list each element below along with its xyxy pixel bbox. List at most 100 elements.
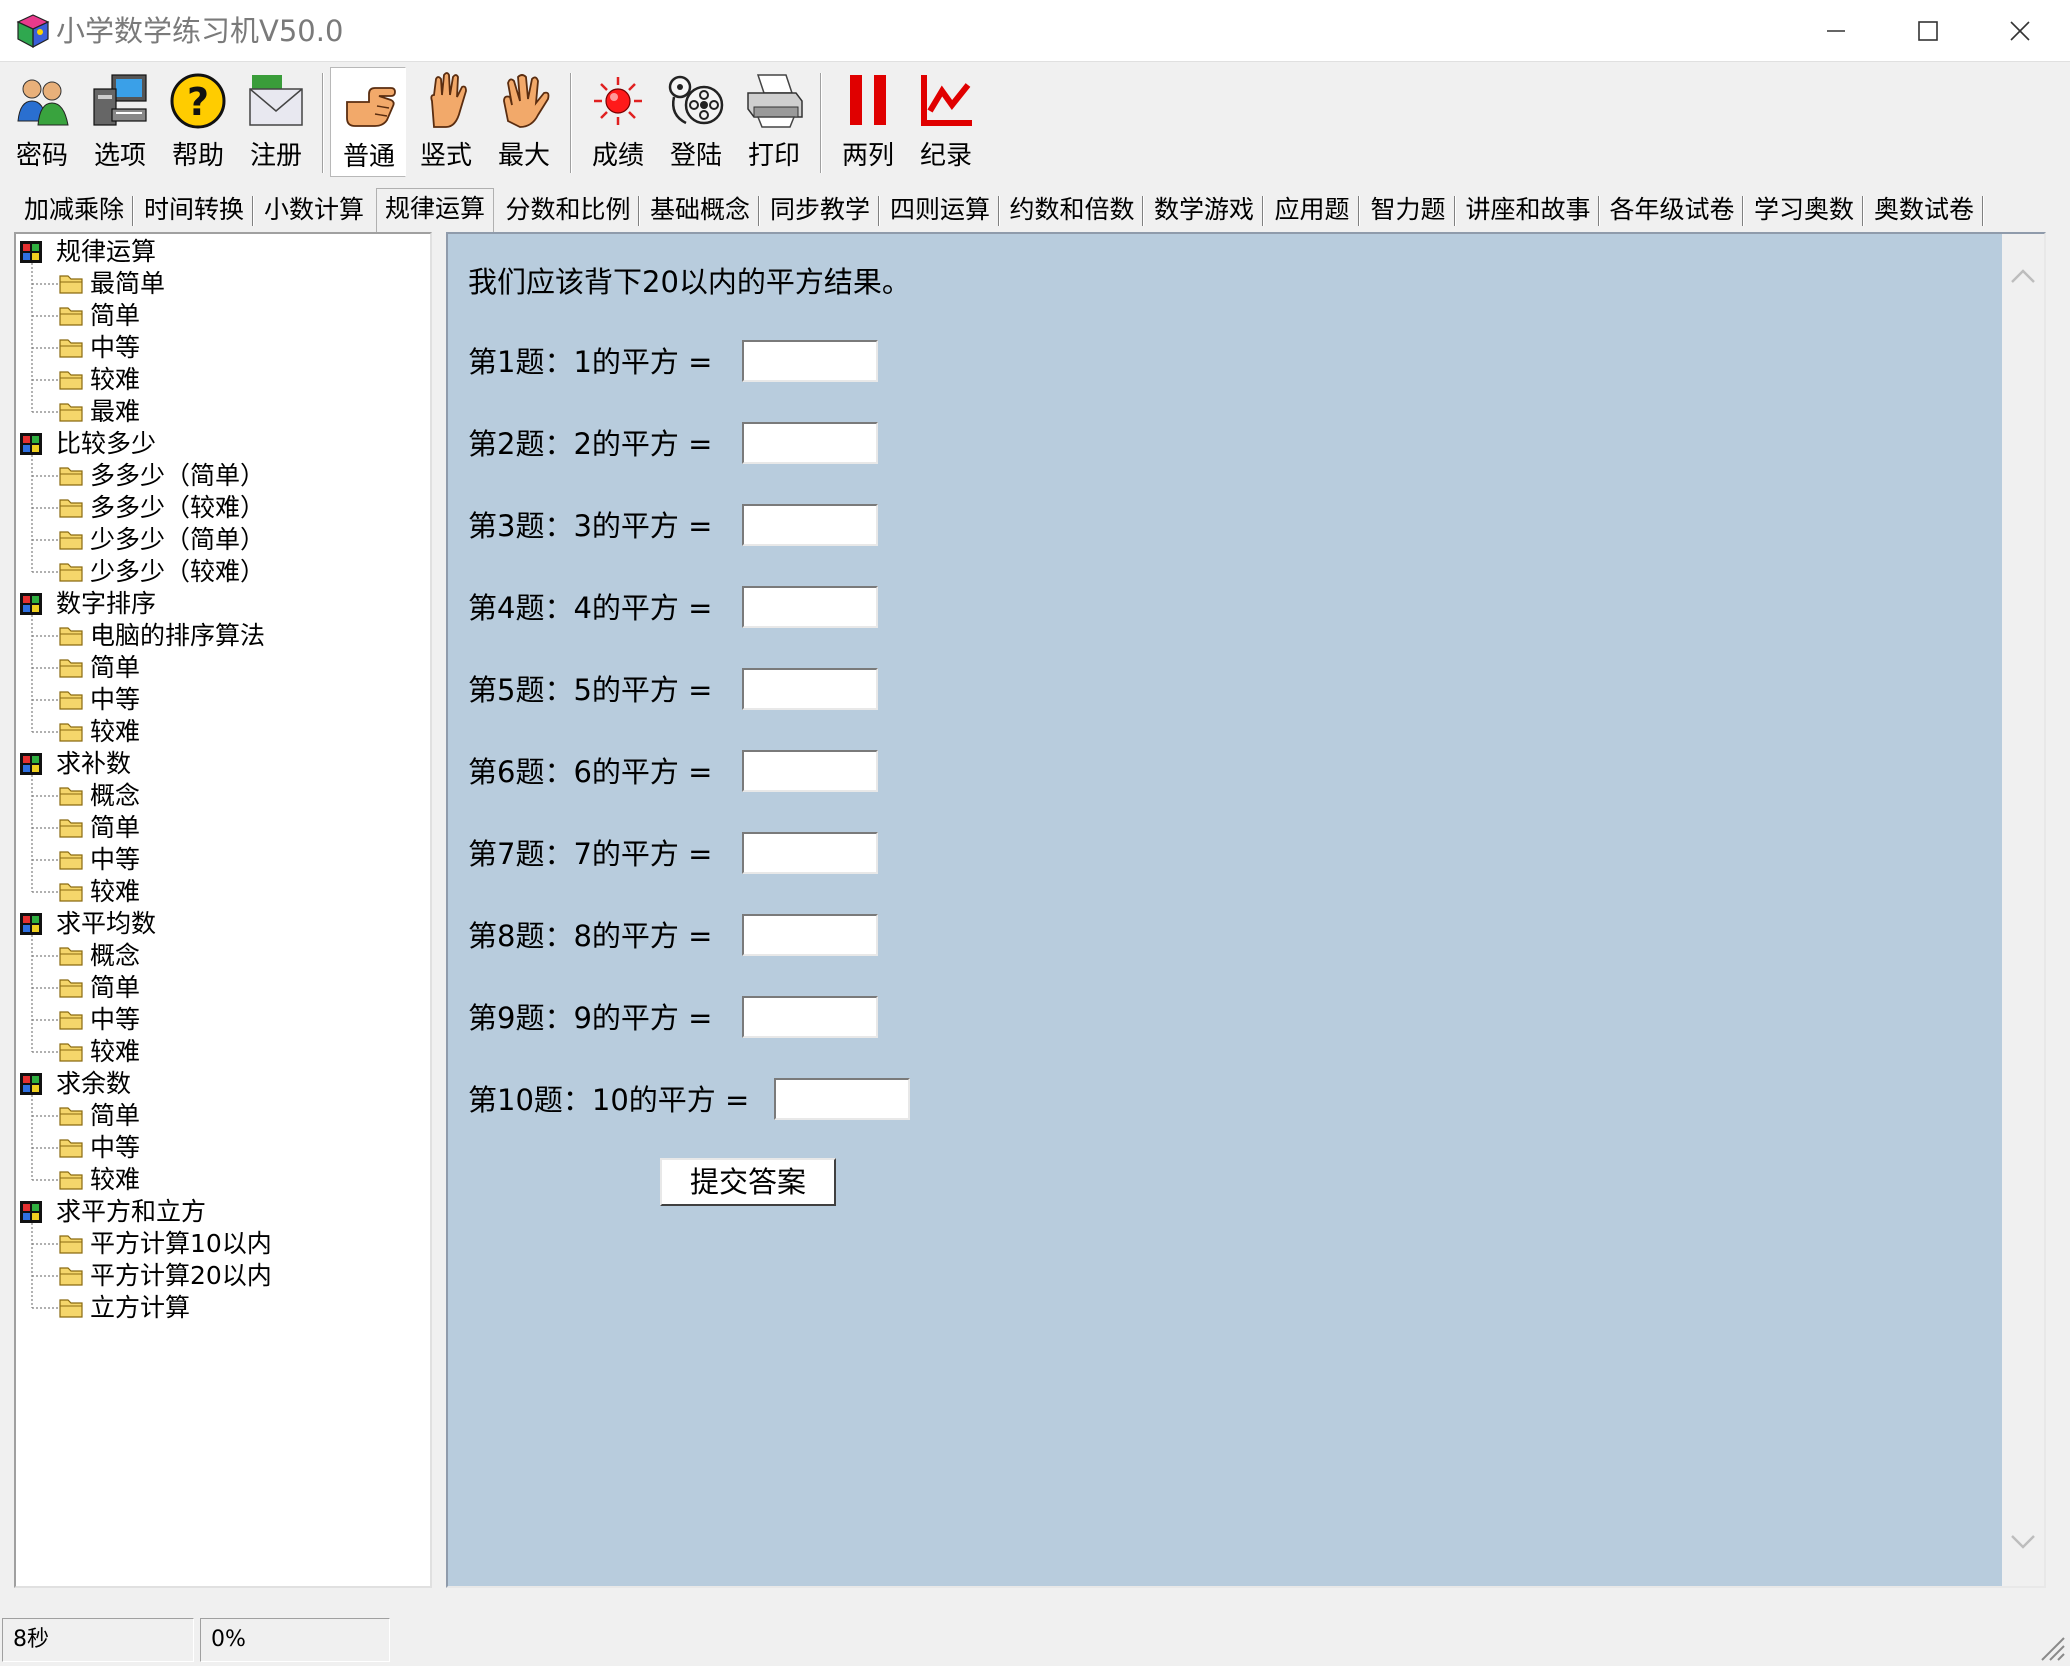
two-columns-button[interactable]: 两列 [830, 67, 906, 177]
tree-item[interactable]: 较难 [90, 1036, 140, 1068]
answer-input[interactable] [742, 340, 878, 382]
help-button[interactable]: ? 帮助 [160, 67, 236, 177]
folder-icon [59, 499, 83, 518]
tree-group-label[interactable]: 求余数 [56, 1068, 131, 1100]
scroll-up-button[interactable] [2002, 254, 2044, 298]
answer-input[interactable] [742, 750, 878, 792]
resize-grip-icon[interactable] [2036, 1632, 2066, 1662]
maximize-button[interactable] [1882, 0, 1974, 62]
answer-input[interactable] [742, 586, 878, 628]
tab-sync-teaching[interactable]: 同步教学 [764, 192, 876, 230]
tree-item[interactable]: 平方计算10以内 [90, 1228, 272, 1260]
tab-olympiad-exams[interactable]: 奥数试卷 [1868, 192, 1980, 230]
maximize-mode-button[interactable]: 最大 [486, 67, 562, 177]
tree-item[interactable]: 中等 [90, 1132, 140, 1164]
close-icon [2010, 21, 2030, 41]
tree-item[interactable]: 简单 [90, 1100, 140, 1132]
tab-four-operations[interactable]: 四则运算 [884, 192, 996, 230]
scroll-down-button[interactable] [2002, 1520, 2044, 1564]
tree-item[interactable]: 中等 [90, 684, 140, 716]
tree-item[interactable]: 简单 [90, 812, 140, 844]
answer-input[interactable] [742, 996, 878, 1038]
print-button[interactable]: 打印 [736, 67, 812, 177]
minimize-button[interactable] [1790, 0, 1882, 62]
normal-mode-button[interactable]: 普通 [330, 67, 406, 177]
vertical-scrollbar[interactable] [2002, 234, 2044, 1586]
tab-lectures-stories[interactable]: 讲座和故事 [1460, 192, 1596, 230]
folder-icon [59, 371, 83, 390]
answer-input[interactable] [742, 914, 878, 956]
tab-pattern-operations[interactable]: 规律运算 [376, 188, 494, 232]
tree-item[interactable]: 电脑的排序算法 [90, 620, 265, 652]
options-button[interactable]: 选项 [82, 67, 158, 177]
tab-learn-olympiad[interactable]: 学习奥数 [1748, 192, 1860, 230]
category-grid-icon [20, 241, 42, 263]
tab-puzzles[interactable]: 智力题 [1364, 192, 1452, 230]
chevron-up-icon [2011, 269, 2035, 283]
tree-item[interactable]: 多多少（简单） [90, 460, 265, 492]
score-button[interactable]: 成绩 [580, 67, 656, 177]
tree-group-label[interactable]: 数字排序 [56, 588, 156, 620]
tab-separator [758, 196, 760, 226]
tab-separator [1454, 196, 1456, 226]
tree-group-label[interactable]: 求平方和立方 [56, 1196, 206, 1228]
folder-icon [59, 1299, 83, 1318]
tree-item[interactable]: 多多少（较难） [90, 492, 265, 524]
line-chart-icon [921, 75, 972, 126]
tab-word-problems[interactable]: 应用题 [1268, 192, 1356, 230]
record-button[interactable]: 纪录 [908, 67, 984, 177]
folder-icon [59, 275, 83, 294]
folder-icon [59, 1139, 83, 1158]
tree-item[interactable]: 中等 [90, 1004, 140, 1036]
answer-input[interactable] [774, 1078, 910, 1120]
tree-item[interactable]: 最难 [90, 396, 140, 428]
tree-item[interactable]: 少多少（较难） [90, 556, 265, 588]
vertical-mode-button[interactable]: 竖式 [408, 67, 484, 177]
category-grid-icon [20, 433, 42, 455]
tree-item[interactable]: 少多少（简单） [90, 524, 265, 556]
tab-arithmetic[interactable]: 加减乘除 [18, 192, 130, 230]
tab-basic-concepts[interactable]: 基础概念 [644, 192, 756, 230]
tab-separator [252, 196, 254, 226]
tree-item[interactable]: 最简单 [90, 268, 165, 300]
tree-item[interactable]: 简单 [90, 652, 140, 684]
tree-item[interactable]: 立方计算 [90, 1292, 190, 1324]
tree-group-label[interactable]: 规律运算 [56, 236, 156, 268]
tree-item[interactable]: 概念 [90, 780, 140, 812]
password-button[interactable]: 密码 [4, 67, 80, 177]
answer-input[interactable] [742, 422, 878, 464]
answer-input[interactable] [742, 504, 878, 546]
tree-item[interactable]: 简单 [90, 972, 140, 1004]
tree-item[interactable]: 较难 [90, 1164, 140, 1196]
folder-icon [59, 1043, 83, 1062]
tree-item[interactable]: 简单 [90, 300, 140, 332]
answer-input[interactable] [742, 832, 878, 874]
tab-decimal[interactable]: 小数计算 [258, 192, 370, 230]
tree-item[interactable]: 较难 [90, 364, 140, 396]
question-label: 第8题：8的平方 = [468, 919, 713, 953]
tree-group-label[interactable]: 比较多少 [56, 428, 156, 460]
tab-time-conversion[interactable]: 时间转换 [138, 192, 250, 230]
tab-grade-exams[interactable]: 各年级试卷 [1604, 192, 1740, 230]
tree-item[interactable]: 概念 [90, 940, 140, 972]
tree-item[interactable]: 平方计算20以内 [90, 1260, 272, 1292]
tree-item[interactable]: 较难 [90, 716, 140, 748]
toolbar-label: 选项 [93, 141, 146, 171]
tab-separator [1142, 196, 1144, 226]
register-button[interactable]: 注册 [238, 67, 314, 177]
login-button[interactable]: 登陆 [658, 67, 734, 177]
tab-separator [1862, 196, 1864, 226]
tree-item[interactable]: 较难 [90, 876, 140, 908]
tab-math-games[interactable]: 数学游戏 [1148, 192, 1260, 230]
tab-separator [1982, 196, 1984, 226]
tree-group-label[interactable]: 求补数 [56, 748, 131, 780]
close-button[interactable] [1974, 0, 2066, 62]
tab-fractions-ratios[interactable]: 分数和比例 [500, 192, 636, 230]
submit-answers-button[interactable]: 提交答案 [660, 1158, 836, 1206]
tree-item[interactable]: 中等 [90, 332, 140, 364]
tree-group-label[interactable]: 求平均数 [56, 908, 156, 940]
tree-item[interactable]: 中等 [90, 844, 140, 876]
toolbar-label: 登陆 [669, 141, 722, 171]
tab-divisors-multiples[interactable]: 约数和倍数 [1004, 192, 1140, 230]
answer-input[interactable] [742, 668, 878, 710]
